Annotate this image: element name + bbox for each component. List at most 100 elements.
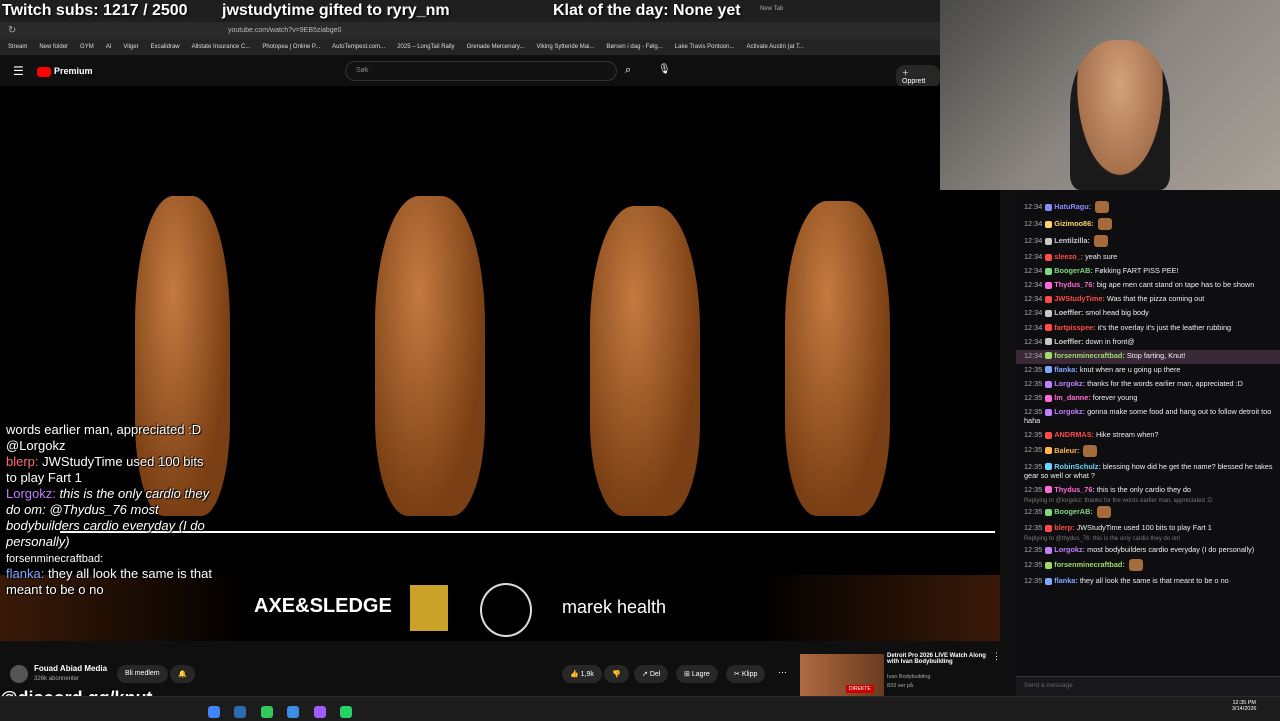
create-button[interactable]: ＋ Opprett: [896, 65, 940, 88]
share-label: Del: [649, 671, 661, 678]
chat-message: 12:35 Lorgokz: most bodybuilders cardio e…: [1016, 544, 1280, 558]
chat-username[interactable]: HatuRagu:: [1054, 202, 1091, 211]
subs-counter: Twitch subs: 1217 / 2500: [2, 2, 188, 19]
clip-button[interactable]: ✂ Klipp: [726, 665, 766, 683]
chat-username[interactable]: fartpisspee:: [1054, 323, 1095, 332]
chat-text: big ape men cant stand on tape has to be…: [1096, 280, 1255, 290]
chrome-icon[interactable]: [208, 705, 220, 718]
chat-username[interactable]: Loeffler:: [1054, 308, 1083, 317]
bookmark-item[interactable]: Stream: [8, 44, 27, 50]
chat-username[interactable]: forsenminecraftbad:: [1054, 560, 1125, 569]
whatsapp-icon[interactable]: [340, 705, 353, 718]
chat-username[interactable]: Loeffler:: [1054, 337, 1083, 346]
chat-text: knut when are u going up there: [1079, 364, 1181, 374]
save-label: Lagre: [691, 671, 710, 678]
chat-timestamp: 12:34: [1024, 294, 1043, 304]
chat-username[interactable]: JWStudyTime:: [1054, 294, 1105, 303]
chat-message: 12:35 lm_danne: forever young: [1016, 392, 1280, 406]
chat-username[interactable]: Gizimoo86:: [1054, 219, 1093, 228]
bookmark-item[interactable]: AutoTempest.com...: [332, 44, 385, 50]
chat-input[interactable]: Send a message: [1016, 676, 1280, 696]
new-tab-label[interactable]: New Tab: [760, 6, 783, 12]
url-text[interactable]: youtube.com/watch?v=9EB5ziabge0: [228, 27, 341, 34]
bookmark-item[interactable]: Grenade Mercenary...: [467, 44, 525, 50]
search-input[interactable]: Søk: [345, 61, 617, 81]
chat-username[interactable]: Baleur:: [1054, 445, 1079, 454]
channel-avatar[interactable]: [10, 665, 28, 683]
more-options-icon[interactable]: ⋯: [778, 667, 787, 678]
chat-username[interactable]: Lorgokz:: [1054, 545, 1085, 554]
hosstile-logo-icon: [410, 585, 448, 631]
bookmark-item[interactable]: Lake Travis Pontoon...: [675, 44, 735, 50]
chat-username[interactable]: Thydus_76:: [1054, 280, 1095, 289]
chat-text: Hike stream when?: [1096, 430, 1159, 440]
chat-timestamp: 12:34: [1024, 322, 1043, 332]
chat-username[interactable]: Lorgokz:: [1054, 407, 1085, 416]
bookmark-item[interactable]: Excalidraw: [151, 44, 180, 50]
chat-message: 12:34 Thydus_76: big ape men cant stand o…: [1016, 279, 1280, 293]
bookmark-item[interactable]: Vilger: [123, 44, 138, 50]
bookmark-item[interactable]: Allstate Insurance C...: [192, 44, 251, 50]
dislike-icon[interactable]: 👎: [604, 665, 629, 683]
emote-icon: [1097, 218, 1112, 230]
chat-username[interactable]: lm_danne:: [1054, 393, 1091, 402]
chat-message: 12:34 Loeffler: down in front@: [1016, 336, 1280, 350]
bookmark-item[interactable]: New folder: [39, 44, 68, 50]
recommended-menu-icon[interactable]: ⋮: [992, 651, 1001, 662]
chat-timestamp: 12:34: [1024, 336, 1043, 346]
chat-username[interactable]: BoogerAB:: [1054, 266, 1093, 275]
chat-username[interactable]: blerp:: [1054, 523, 1074, 532]
search-icon[interactable]: ⌕: [625, 64, 631, 77]
chat-username[interactable]: flanka:: [1054, 576, 1078, 585]
chat-username[interactable]: RobinSchulz:: [1054, 462, 1101, 471]
chat-username[interactable]: Lorgokz:: [1054, 379, 1085, 388]
bookmark-item[interactable]: Photopea | Online P...: [262, 44, 320, 50]
bookmark-item[interactable]: Activate Austin (at T...: [746, 44, 804, 50]
like-button[interactable]: 👍 1,9k: [562, 665, 602, 683]
chat-badge-icon: [1045, 220, 1053, 228]
refresh-icon[interactable]: ↻: [8, 25, 16, 36]
premium-logo-text[interactable]: Premium: [54, 66, 93, 76]
app-icon[interactable]: [234, 705, 247, 718]
menu-icon[interactable]: ☰: [13, 64, 24, 78]
chat-username[interactable]: forsenminecraftbad:: [1054, 351, 1125, 360]
share-button[interactable]: ↗ Del: [634, 665, 669, 683]
app-icon[interactable]: [260, 705, 273, 718]
bookmark-item[interactable]: Børsen i dag - Følg...: [606, 44, 662, 50]
channel-name[interactable]: Fouad Abiad Media: [34, 664, 107, 673]
klat-of-day: Klat of the day: None yet: [553, 2, 741, 19]
chat-username[interactable]: Lentilzilla:: [1054, 236, 1090, 245]
create-label: Opprett: [902, 78, 926, 85]
chat-username[interactable]: Thydus_76:: [1054, 485, 1095, 494]
chat-username[interactable]: BoogerAB:: [1054, 507, 1093, 516]
app-icon[interactable]: [313, 705, 326, 718]
notification-bell-icon[interactable]: 🔔: [170, 665, 195, 683]
bookmark-item[interactable]: 2025 – LongTail Rally: [397, 44, 454, 50]
save-button[interactable]: ⊞ Lagre: [676, 665, 718, 683]
microphone-icon[interactable]: 🎙: [658, 64, 671, 75]
chat-badge-icon: [1045, 463, 1053, 471]
chat-message: 12:35 flanka: knut when are u going up th…: [1016, 364, 1280, 378]
bookmark-item[interactable]: AI: [106, 44, 112, 50]
youtube-logo-icon[interactable]: [37, 67, 51, 77]
join-button[interactable]: Bli medlem: [117, 665, 168, 683]
bookmark-item[interactable]: GYM: [80, 44, 94, 50]
chat-message: 12:34 fartpisspee: it's the overlay it's …: [1016, 322, 1280, 336]
chat-text: this is the only cardio they do: [1096, 484, 1191, 494]
overlay-chat: words earlier man, appreciated :D @Lorgo…: [6, 422, 216, 598]
chat-username[interactable]: ANDRMAS:: [1054, 430, 1094, 439]
chat-badge-icon: [1045, 380, 1053, 388]
overlay-chat-message: Lorgokz: this is the only cardio they do…: [6, 485, 210, 549]
clock[interactable]: 12:35 PM 3/14/2026: [1232, 700, 1256, 712]
marek-health-logo: marek health: [562, 597, 667, 617]
bookmark-item[interactable]: Viking Syttende Mai...: [536, 44, 594, 50]
chat-username[interactable]: flanka:: [1054, 365, 1078, 374]
file-icon[interactable]: [287, 705, 300, 718]
chat-timestamp: 12:34: [1024, 235, 1043, 245]
recommended-views: 833 ser på: [887, 683, 913, 689]
chat-timestamp: 12:34: [1024, 280, 1043, 290]
recommended-title[interactable]: Detroit Pro 2026 LIVE Watch Along with I…: [887, 653, 987, 665]
chat-username[interactable]: sleezo_:: [1054, 252, 1083, 261]
chat-reply-context: Replying to @lorgokz: thanks for the wor…: [1024, 497, 1213, 504]
chat-badge-icon: [1045, 546, 1053, 554]
